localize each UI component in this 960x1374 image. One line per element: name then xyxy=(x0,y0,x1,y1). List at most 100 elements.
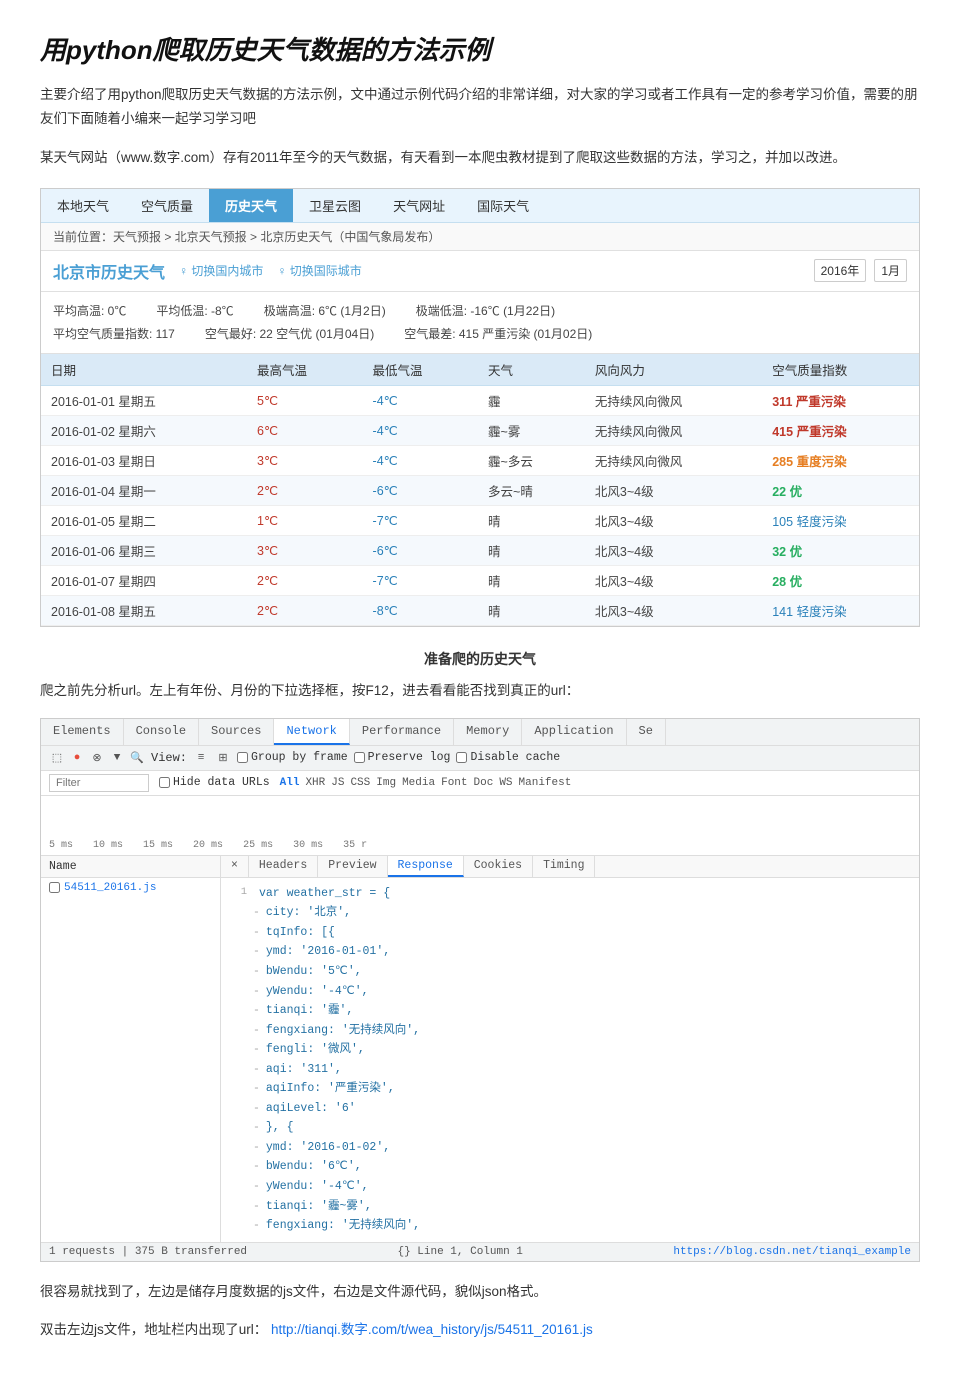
city-header: 北京市历史天气 切换国内城市 切换国际城市 2016年 1月 xyxy=(41,251,919,292)
line-number xyxy=(231,1001,247,1021)
filter-all[interactable]: All xyxy=(280,777,300,789)
cell-low: -4℃ xyxy=(363,446,478,476)
hide-data-urls-checkbox[interactable] xyxy=(159,777,170,788)
timeline-label-30: 30 ms xyxy=(293,840,323,851)
stop-icon[interactable]: ⊗ xyxy=(89,750,105,766)
timing-tab[interactable]: Timing xyxy=(533,856,595,877)
filter-ws[interactable]: WS xyxy=(499,777,512,789)
cell-weather: 多云~晴 xyxy=(478,476,585,506)
cell-weather: 霾~雾 xyxy=(478,416,585,446)
preserve-log-checkbox[interactable] xyxy=(354,752,365,763)
search-icon[interactable]: 🔍 xyxy=(129,750,145,766)
table-row: 2016-01-07 星期四 2℃ -7℃ 晴 北风3~4级 28 优 xyxy=(41,566,919,596)
filter-input[interactable] xyxy=(49,774,149,792)
timeline-label-10: 10 ms xyxy=(93,840,123,851)
nav-item-air[interactable]: 空气质量 xyxy=(125,189,209,222)
close-tab-btn[interactable]: × xyxy=(221,856,249,877)
nav-item-history[interactable]: 历史天气 xyxy=(209,189,293,222)
col-aqi: 空气质量指数 xyxy=(762,354,919,386)
filter-xhr[interactable]: XHR xyxy=(305,777,325,789)
cell-wind: 北风3~4级 xyxy=(585,566,762,596)
filter-img[interactable]: Img xyxy=(376,777,396,789)
year-select[interactable]: 2016年 xyxy=(814,259,867,282)
cell-weather: 霾 xyxy=(478,386,585,416)
tab-performance[interactable]: Performance xyxy=(350,719,454,745)
line-number xyxy=(231,923,247,943)
code-content: }, { xyxy=(266,1118,294,1138)
tab-application[interactable]: Application xyxy=(522,719,626,745)
cell-wind: 无持续风向微风 xyxy=(585,446,762,476)
line-dash: - xyxy=(253,903,260,923)
tab-memory[interactable]: Memory xyxy=(454,719,522,745)
bottom-para2-url: http://tianqi.数字.com/t/wea_history/js/54… xyxy=(271,1322,593,1337)
line-number xyxy=(231,903,247,923)
view-grid-icon[interactable]: ⊞ xyxy=(215,750,231,766)
cell-high: 2℃ xyxy=(247,596,362,626)
group-by-frame-checkbox[interactable] xyxy=(237,752,248,763)
filter-css[interactable]: CSS xyxy=(350,777,370,789)
disable-cache-checkbox[interactable] xyxy=(456,752,467,763)
network-file-item[interactable]: 54511_20161.js xyxy=(41,878,220,898)
record-icon[interactable]: ● xyxy=(69,750,85,766)
nav-item-site[interactable]: 天气网址 xyxy=(377,189,461,222)
section-heading: 准备爬的历史天气 xyxy=(40,649,920,669)
cell-wind: 北风3~4级 xyxy=(585,506,762,536)
intro-para1: 主要介绍了用python爬取历史天气数据的方法示例，文中通过示例代码介绍的非常详… xyxy=(40,83,920,132)
code-line: - yWendu: '-4℃', xyxy=(231,1177,909,1197)
breadcrumb: 当前位置：天气预报 > 北京天气预报 > 北京历史天气（中国气象局发布） xyxy=(41,223,919,251)
tab-sources[interactable]: Sources xyxy=(199,719,274,745)
line-dash: - xyxy=(253,982,260,1002)
filter-font[interactable]: Font xyxy=(441,777,467,789)
line-number xyxy=(231,1021,247,1041)
cell-date: 2016-01-07 星期四 xyxy=(41,566,247,596)
filter-manifest[interactable]: Manifest xyxy=(519,777,572,789)
code-line: - tianqi: '霾~雾', xyxy=(231,1197,909,1217)
filter-js[interactable]: JS xyxy=(331,777,344,789)
col-wind: 风向风力 xyxy=(585,354,762,386)
cell-low: -7℃ xyxy=(363,506,478,536)
tab-network[interactable]: Network xyxy=(274,719,349,745)
line-dash: - xyxy=(253,1177,260,1197)
disable-cache-label: Disable cache xyxy=(456,751,560,764)
devtools-mockup: Elements Console Sources Network Perform… xyxy=(40,718,920,1262)
code-content: ymd: '2016-01-01', xyxy=(266,942,390,962)
nav-item-international[interactable]: 国际天气 xyxy=(461,189,545,222)
cell-date: 2016-01-03 星期日 xyxy=(41,446,247,476)
file-checkbox[interactable] xyxy=(49,882,60,893)
cell-wind: 无持续风向微风 xyxy=(585,386,762,416)
view-list-icon[interactable]: ≡ xyxy=(193,750,209,766)
line-number xyxy=(231,1138,247,1158)
tab-console[interactable]: Console xyxy=(124,719,199,745)
tab-elements[interactable]: Elements xyxy=(41,719,124,745)
response-tab[interactable]: Response xyxy=(388,856,464,877)
switch-international[interactable]: 切换国际城市 xyxy=(277,262,361,279)
line-number xyxy=(231,1099,247,1119)
response-tab-bar: × Headers Preview Response Cookies Timin… xyxy=(221,856,919,878)
code-line: - aqiInfo: '严重污染', xyxy=(231,1079,909,1099)
col-low: 最低气温 xyxy=(363,354,478,386)
nav-item-satellite[interactable]: 卫星云图 xyxy=(293,189,377,222)
filter-media[interactable]: Media xyxy=(402,777,435,789)
nav-item-local[interactable]: 本地天气 xyxy=(41,189,125,222)
file-name: 54511_20161.js xyxy=(64,882,156,894)
cell-high: 2℃ xyxy=(247,566,362,596)
cursor-icon[interactable]: ⬚ xyxy=(49,750,65,766)
statusbar-url: https://blog.csdn.net/tianqi_example xyxy=(673,1246,911,1258)
cell-weather: 晴 xyxy=(478,506,585,536)
preview-tab[interactable]: Preview xyxy=(318,856,387,877)
cell-low: -7℃ xyxy=(363,566,478,596)
month-select[interactable]: 1月 xyxy=(874,259,907,282)
switch-domestic[interactable]: 切换国内城市 xyxy=(179,262,263,279)
filter-doc[interactable]: Doc xyxy=(474,777,494,789)
table-row: 2016-01-01 星期五 5℃ -4℃ 霾 无持续风向微风 311 严重污染 xyxy=(41,386,919,416)
cell-high: 6℃ xyxy=(247,416,362,446)
tab-se[interactable]: Se xyxy=(627,719,666,745)
line-number xyxy=(231,1197,247,1217)
cell-aqi: 32 优 xyxy=(762,536,919,566)
extreme-high: 极端高温: 6℃ (1月2日) xyxy=(264,300,386,323)
cookies-tab[interactable]: Cookies xyxy=(464,856,533,877)
filter-icon[interactable]: ▼ xyxy=(109,750,125,766)
headers-tab[interactable]: Headers xyxy=(249,856,318,877)
hide-data-urls-label: Hide data URLs xyxy=(159,776,270,789)
cell-wind: 北风3~4级 xyxy=(585,596,762,626)
